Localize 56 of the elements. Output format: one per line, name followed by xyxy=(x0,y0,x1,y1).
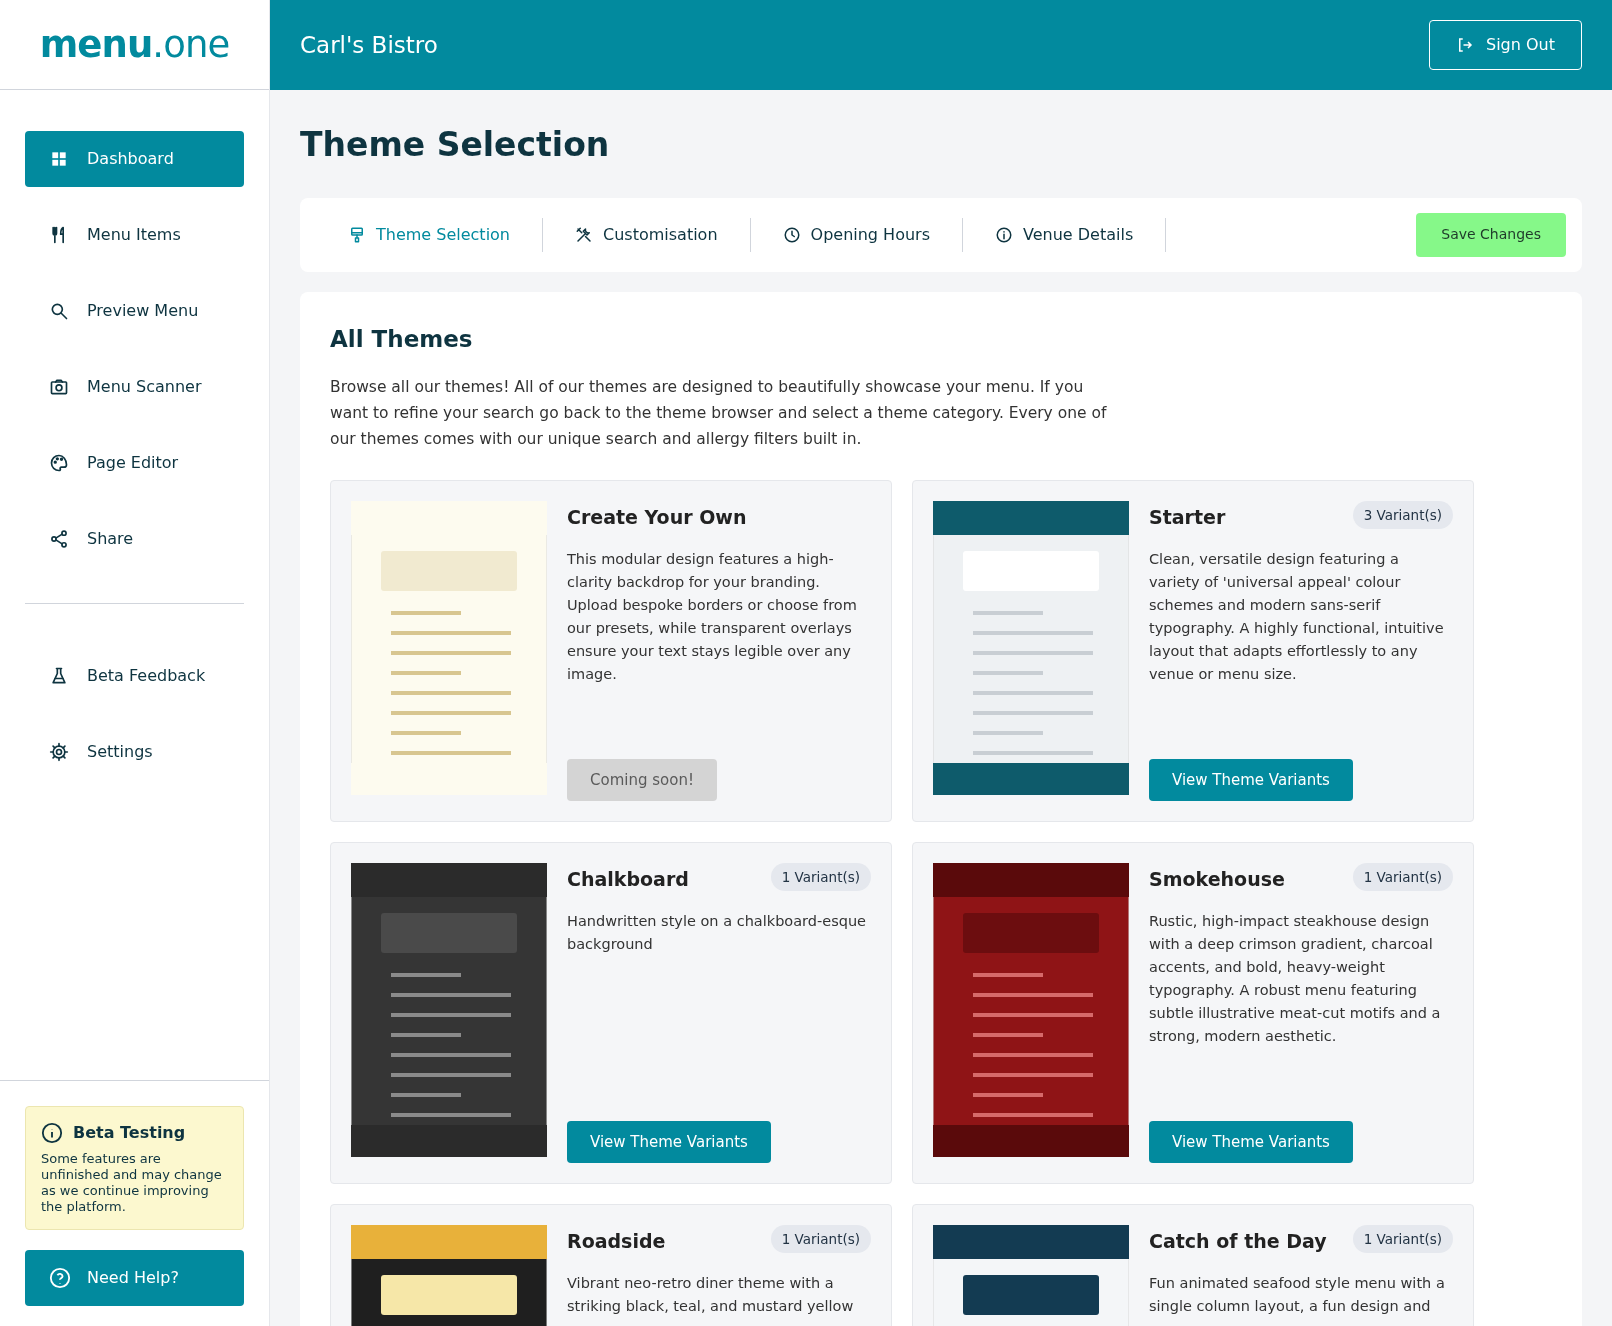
notice-title: Beta Testing xyxy=(73,1122,186,1144)
brush-icon xyxy=(348,225,366,244)
sidebar-item[interactable]: Menu Scanner xyxy=(25,359,244,415)
logo: menu.one xyxy=(39,21,230,68)
variant-count: 1 Variant(s) xyxy=(770,863,871,892)
view-variants-button[interactable]: View Theme Variants xyxy=(1149,759,1353,801)
sign-out-button[interactable]: Sign Out xyxy=(1429,20,1582,70)
palette-icon xyxy=(49,453,69,473)
theme-name: Starter xyxy=(1149,505,1226,530)
theme-name: Create Your Own xyxy=(567,505,747,530)
theme-description: Vibrant neo-retro diner theme with a striking black, teal, and mustard yellow xyxy=(567,1273,855,1316)
sidebar-item[interactable]: Page Editor xyxy=(25,435,244,491)
theme-description: Fun animated seafood style menu with a single column layout, a fun design and xyxy=(1149,1273,1446,1316)
tab[interactable]: Customisation xyxy=(543,217,751,252)
view-variants-button[interactable]: View Theme Variants xyxy=(1149,1121,1353,1163)
sidebar-item[interactable]: Settings xyxy=(25,724,244,780)
theme-description: Clean, versatile design featuring a variety of 'universal appeal' colour schemes and modern sans-serif typography. A highly functional, intuitive layout that adapts effortlessly to any venue or menu size. xyxy=(1149,549,1445,684)
intro-text: Browse all our themes! All of our themes are designed to beautifully showcase your menu. If you want to refine your search go back to the theme browser and select a theme category. Every one of our themes comes with our unique search and allergy filters built in. xyxy=(330,377,1108,450)
flask-icon xyxy=(49,666,69,686)
save-changes-button[interactable]: Save Changes xyxy=(1416,212,1566,257)
theme-description: Handwritten style on a chalkboard-esque background xyxy=(567,911,868,954)
theme-name: Chalkboard xyxy=(567,867,689,892)
tab[interactable]: Venue Details xyxy=(963,217,1167,252)
tab[interactable]: Theme Selection xyxy=(316,217,543,252)
info-icon xyxy=(41,1122,63,1144)
variant-count: 1 Variant(s) xyxy=(1352,863,1453,892)
variant-count: 3 Variant(s) xyxy=(1352,501,1453,530)
share-icon xyxy=(49,529,69,549)
camera-icon xyxy=(49,377,69,397)
sidebar-item[interactable]: Share xyxy=(25,511,244,567)
section-title: All Themes xyxy=(330,324,474,354)
page-title: Theme Selection xyxy=(300,124,611,166)
sidebar-item[interactable]: Dashboard xyxy=(25,131,244,187)
tab[interactable]: Opening Hours xyxy=(750,217,963,252)
info-icon xyxy=(995,225,1013,244)
theme-name: Roadside xyxy=(567,1229,666,1254)
venue-name: Carl's Bistro xyxy=(300,30,438,60)
need-help-button[interactable]: Need Help? xyxy=(25,1250,244,1306)
variant-count: 1 Variant(s) xyxy=(1352,1225,1453,1254)
grid-icon xyxy=(49,149,69,169)
sidebar-item[interactable]: Beta Feedback xyxy=(25,648,244,704)
notice-text: Some features are unfinished and may change as we continue improving the platform. xyxy=(41,1151,223,1215)
variant-count: 1 Variant(s) xyxy=(770,1225,871,1254)
search-icon xyxy=(49,301,69,321)
theme-name: Smokehouse xyxy=(1149,867,1285,892)
settings-icon xyxy=(49,742,69,762)
sign-out-icon xyxy=(1456,36,1474,54)
tools-icon xyxy=(575,225,593,244)
theme-description: Rustic, high-impact steakhouse design with a deep crimson gradient, charcoal accents, and bold, heavy-weight typography. A robust menu featuring subtle illustrative meat-cut motifs and a strong, modern aesthetic. xyxy=(1149,911,1442,1046)
clock-icon xyxy=(782,225,801,244)
sidebar-item[interactable]: Preview Menu xyxy=(25,283,244,339)
theme-description: This modular design features a high-clarity backdrop for your branding. Upload bespoke borders or choose from our presets, while transparent overlays ensure your text stays legible over any image. xyxy=(567,549,858,684)
theme-name: Catch of the Day xyxy=(1149,1229,1327,1254)
sidebar-item[interactable]: Menu Items xyxy=(25,207,244,263)
view-variants-button[interactable]: View Theme Variants xyxy=(567,1121,771,1163)
question-icon xyxy=(49,1267,71,1289)
